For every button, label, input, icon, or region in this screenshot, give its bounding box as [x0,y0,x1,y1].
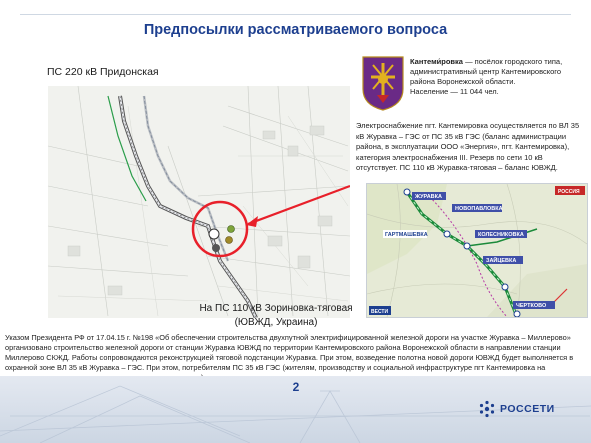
top-divider [20,14,571,15]
map-label-gartmashevka: ГАРТМАШЕВКА [385,232,428,238]
page-number: 2 [292,380,300,394]
map-label-kolesnikovka: КОЛЕСНИКОВКА [478,232,524,238]
map-label-vesti: ВЕСТИ [371,309,388,315]
rosseti-logo-text: РОССЕТИ [500,403,555,415]
rosseti-logo: РОССЕТИ [478,397,555,421]
coat-of-arms-icon [361,55,405,111]
regional-map: ЖУРАВКА НОВОПАВЛОВКА ГАРТМАШЕВКА КОЛЕСНИ… [366,183,588,318]
map-label-russia: РОССИЯ [558,189,580,195]
town-name: Кантеми́ровка [410,57,463,66]
town-info: Кантеми́ровка — посёлок городского типа,… [410,57,582,97]
town-population: Население — 11 044 чел. [410,87,499,96]
map-label-zaytsevka: ЗАЙЦЕВКА [486,256,516,264]
map-label-zhuravka: ЖУРАВКА [414,194,442,200]
power-supply-description: Электроснабжение пгт. Кантемировка осуще… [356,121,580,172]
substation-label-bottom: На ПС 110 кВ Зориновка-тяговая (ЮВЖД, Ук… [196,302,356,330]
schematic-map [48,86,350,318]
schematic-map-graphic [48,86,350,318]
map-label-novopavlovka: НОВОПАВЛОВКА [455,206,503,212]
substation-label-top: ПС 220 кВ Придонская [47,66,159,78]
substation-label-bottom-line1: На ПС 110 кВ Зориновка-тяговая [199,303,353,314]
page-title: Предпосылки рассматриваемого вопроса [143,22,448,38]
map-label-chertkovo: ЧЕРТКОВО [516,303,547,309]
rosseti-logo-icon [479,400,495,418]
substation-label-bottom-line2: (ЮВЖД, Украина) [234,317,318,328]
slide: Предпосылки рассматриваемого вопроса ПС … [0,0,591,443]
